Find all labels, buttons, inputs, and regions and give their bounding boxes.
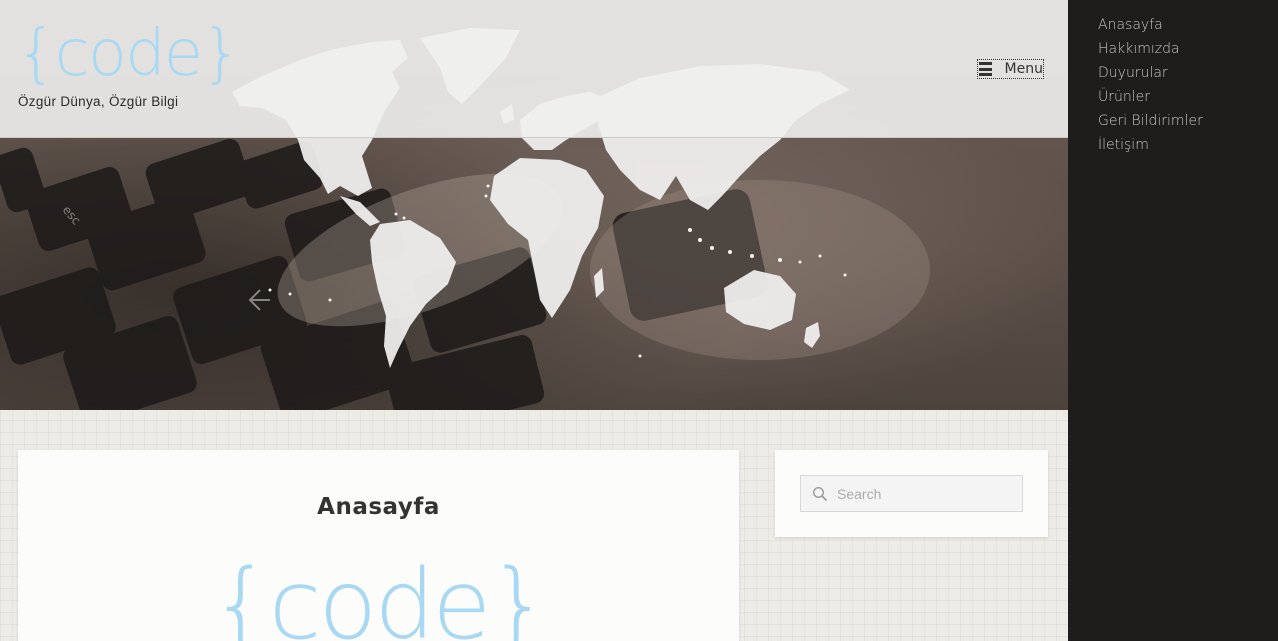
- nav-item-geri-bildirimler[interactable]: Geri Bildirimler: [1098, 110, 1203, 134]
- search-field[interactable]: [800, 475, 1023, 512]
- page-title: Anasayfa: [317, 494, 440, 520]
- hero-banner: esc {code} Özgür Dünya, Özgür Bilgi Menu: [0, 0, 1068, 410]
- menu-button[interactable]: Menu: [977, 59, 1044, 79]
- site-logo[interactable]: {code}: [16, 14, 242, 94]
- nav-item-hakkimizda[interactable]: Hakkımızda: [1098, 38, 1203, 62]
- main-column: esc {code} Özgür Dünya, Özgür Bilgi Menu…: [0, 0, 1068, 641]
- nav-list: Anasayfa Hakkımızda Duyurular Ürünler Ge…: [1098, 14, 1203, 158]
- hamburger-icon: [979, 62, 992, 76]
- search-input[interactable]: [837, 485, 1007, 502]
- side-navigation: Anasayfa Hakkımızda Duyurular Ürünler Ge…: [1068, 0, 1278, 641]
- nav-item-anasayfa[interactable]: Anasayfa: [1098, 14, 1203, 38]
- search-widget: [775, 450, 1048, 537]
- site-header: {code} Özgür Dünya, Özgür Bilgi Menu: [0, 0, 1068, 138]
- nav-item-urunler[interactable]: Ürünler: [1098, 86, 1203, 110]
- content-card: Anasayfa {code}: [18, 450, 739, 641]
- content-logo: {code}: [210, 549, 550, 641]
- nav-item-iletisim[interactable]: İletişim: [1098, 134, 1203, 158]
- search-icon: [812, 486, 828, 501]
- menu-button-label: Menu: [1004, 61, 1043, 77]
- nav-item-duyurular[interactable]: Duyurular: [1098, 62, 1203, 86]
- site-tagline: Özgür Dünya, Özgür Bilgi: [18, 94, 179, 109]
